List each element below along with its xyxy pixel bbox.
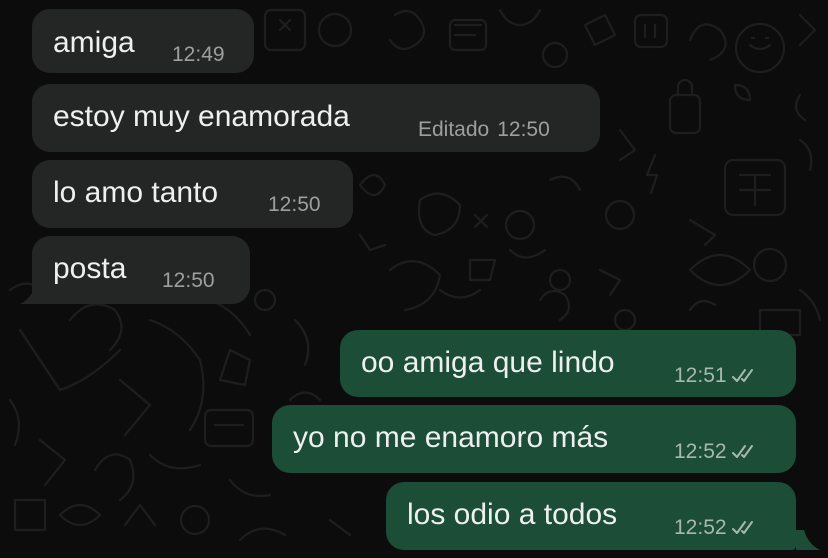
message-text: los odio a todos bbox=[407, 498, 618, 531]
read-double-check-icon bbox=[731, 369, 753, 382]
read-double-check-icon bbox=[731, 521, 753, 534]
chat-view: amiga 12:49 estoy muy enamorada Editado … bbox=[0, 0, 828, 558]
message-text: yo no me enamoro más bbox=[293, 421, 609, 454]
message-time: 12:51 bbox=[674, 364, 727, 387]
message-meta: 12:49 bbox=[172, 43, 225, 67]
incoming-message[interactable]: posta 12:50 bbox=[32, 236, 250, 304]
message-time: 12:50 bbox=[268, 193, 321, 216]
message-time: 12:50 bbox=[162, 269, 215, 292]
edited-label: Editado bbox=[418, 118, 490, 141]
incoming-message[interactable]: estoy muy enamorada Editado 12:50 bbox=[32, 84, 600, 152]
message-meta: 12:51 bbox=[674, 364, 759, 388]
message-meta: Editado 12:50 bbox=[418, 118, 550, 142]
message-time: 12:52 bbox=[674, 440, 727, 463]
message-text: amiga bbox=[53, 26, 135, 59]
message-text: posta bbox=[53, 252, 127, 285]
bubble-tail bbox=[796, 530, 820, 550]
outgoing-message[interactable]: oo amiga que lindo 12:51 bbox=[340, 330, 796, 397]
incoming-message[interactable]: amiga 12:49 bbox=[32, 9, 254, 73]
message-meta: 12:52 bbox=[674, 516, 759, 540]
bubble-tail bbox=[20, 284, 44, 304]
message-text: lo amo tanto bbox=[53, 176, 219, 209]
message-time: 12:49 bbox=[172, 43, 225, 66]
message-text: estoy muy enamorada bbox=[53, 100, 350, 133]
message-meta: 12:50 bbox=[268, 193, 321, 217]
message-time: 12:50 bbox=[497, 118, 550, 141]
message-time: 12:52 bbox=[674, 516, 727, 539]
message-meta: 12:52 bbox=[674, 440, 759, 464]
incoming-message[interactable]: lo amo tanto 12:50 bbox=[32, 160, 353, 228]
message-text: oo amiga que lindo bbox=[361, 346, 615, 379]
read-double-check-icon bbox=[731, 445, 753, 458]
outgoing-message[interactable]: yo no me enamoro más 12:52 bbox=[272, 405, 796, 473]
message-meta: 12:50 bbox=[162, 269, 215, 293]
outgoing-message[interactable]: los odio a todos 12:52 bbox=[386, 482, 796, 550]
